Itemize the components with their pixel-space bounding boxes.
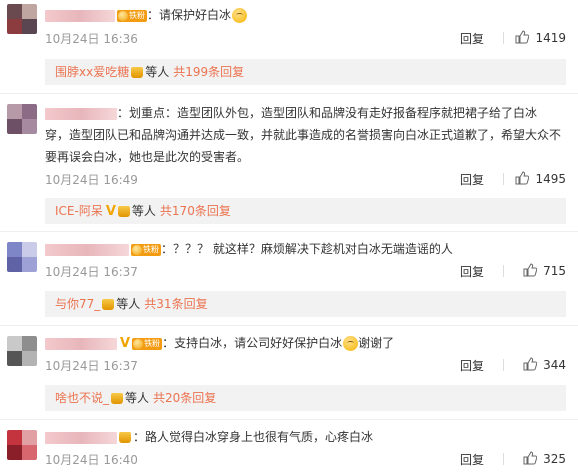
sub-reply-count[interactable]: 共199条回复 bbox=[173, 65, 244, 79]
divider bbox=[0, 231, 578, 232]
divider bbox=[0, 93, 578, 94]
sub-replies-summary[interactable]: 与你77_ 等人 共31条回复 bbox=[45, 291, 566, 317]
crown-icon bbox=[117, 206, 130, 217]
comment-text: 请保护好白冰 bbox=[159, 8, 232, 22]
comment-meta: 10月24日 16:37 回复 715 bbox=[45, 263, 566, 279]
like-button[interactable]: 1495 bbox=[515, 171, 566, 186]
reply-button[interactable]: 回复 bbox=[460, 171, 484, 188]
comment-text: ？？？ 就这样？麻烦解决下趁机对白冰无端造谣的人 bbox=[173, 242, 453, 256]
sub-reply-etc: 等人 bbox=[145, 65, 170, 79]
sub-replies-summary[interactable]: 围脖xx爱吃糖 等人 共199条回复 bbox=[45, 59, 566, 85]
sub-reply-user[interactable]: 啥也不说_ bbox=[55, 391, 109, 405]
comment-meta: 10月24日 16:40 回复 325 bbox=[45, 451, 566, 467]
like-button[interactable]: 715 bbox=[523, 263, 566, 278]
comment-text: 要再误会白冰，她也是此次的受害者。 bbox=[45, 150, 250, 164]
avatar[interactable] bbox=[7, 242, 37, 272]
avatar[interactable] bbox=[7, 430, 37, 460]
fan-badge: 铁粉 bbox=[117, 9, 147, 22]
divider bbox=[503, 453, 504, 465]
comment-list: 铁粉 ：请保护好白冰 10月24日 16:36 回复 1419 围脖xx爱吃糖 等人… bbox=[0, 0, 578, 475]
sub-reply-etc: 等人 bbox=[131, 204, 156, 218]
like-button[interactable]: 1419 bbox=[515, 30, 566, 45]
sub-reply-etc: 等人 bbox=[125, 391, 150, 405]
like-count: 1419 bbox=[535, 31, 566, 45]
thumbs-up-icon bbox=[523, 357, 538, 371]
comment-text-line: 铁粉 ：请保护好白冰 bbox=[45, 4, 566, 26]
like-count: 325 bbox=[543, 452, 566, 466]
reply-button[interactable]: 回复 bbox=[460, 451, 484, 468]
like-count: 715 bbox=[543, 264, 566, 278]
cry-face-emoji-icon bbox=[232, 8, 248, 23]
comment-meta: 10月24日 16:36 回复 1419 bbox=[45, 30, 566, 46]
like-button[interactable]: 344 bbox=[523, 357, 566, 372]
username[interactable] bbox=[45, 431, 117, 444]
reply-button[interactable]: 回复 bbox=[460, 357, 484, 374]
sub-reply-etc: 等人 bbox=[116, 297, 141, 311]
username[interactable] bbox=[45, 243, 129, 256]
fan-badge: 铁粉 bbox=[132, 337, 163, 350]
crown-icon bbox=[102, 299, 115, 310]
username[interactable] bbox=[45, 9, 115, 22]
thumbs-up-icon bbox=[523, 451, 538, 465]
crown-icon bbox=[119, 432, 131, 443]
sub-replies-summary[interactable]: ICE-阿呆 V 等人 共170条回复 bbox=[45, 198, 566, 224]
v-verified-icon: V bbox=[120, 335, 131, 351]
sub-reply-count[interactable]: 共170条回复 bbox=[160, 204, 231, 218]
comment-text-line: V 铁粉 ：支持白冰，请公司好好保护白冰 谢谢了 bbox=[45, 332, 566, 355]
comment-date: 10月24日 16:37 bbox=[45, 265, 138, 279]
username[interactable] bbox=[45, 337, 117, 350]
v-verified-icon: V bbox=[105, 203, 116, 219]
comment-text: 支持白冰，请公司好好保护白冰 bbox=[174, 336, 343, 350]
comment-date: 10月24日 16:36 bbox=[45, 32, 138, 46]
comment-date: 10月24日 16:49 bbox=[45, 173, 138, 187]
sub-reply-count[interactable]: 共20条回复 bbox=[153, 391, 216, 405]
thumbs-up-icon bbox=[515, 171, 530, 185]
reply-button[interactable]: 回复 bbox=[460, 263, 484, 280]
like-count: 344 bbox=[543, 358, 566, 372]
like-count: 1495 bbox=[535, 172, 566, 186]
comment-text: 路人觉得白冰穿身上也很有气质，心疼白冰 bbox=[145, 430, 374, 444]
comment-text-after: 谢谢了 bbox=[358, 336, 395, 350]
divider bbox=[0, 419, 578, 420]
sub-replies-summary[interactable]: 啥也不说_ 等人 共20条回复 bbox=[45, 385, 566, 411]
comment-text-line: 铁粉：？？？ 就这样？麻烦解决下趁机对白冰无端造谣的人 bbox=[45, 238, 566, 260]
sub-reply-user[interactable]: 与你77_ bbox=[55, 297, 100, 311]
sub-reply-user[interactable]: ICE-阿呆 bbox=[55, 204, 103, 218]
comment-meta: 10月24日 16:49 回复 1495 bbox=[45, 171, 566, 187]
comment-text-line: 穿，造型团队已和品牌沟通并达成一致，并就此事造成的名誉损害向白冰正式道歉了，希望… bbox=[45, 124, 566, 146]
like-button[interactable]: 325 bbox=[523, 451, 566, 466]
thumbs-up-icon bbox=[523, 263, 538, 277]
thumbs-up-icon bbox=[515, 30, 530, 44]
comment-date: 10月24日 16:37 bbox=[45, 359, 138, 373]
crown-icon bbox=[131, 67, 144, 78]
comment-text-line: ：路人觉得白冰穿身上也很有气质，心疼白冰 bbox=[45, 426, 566, 448]
fan-badge: 铁粉 bbox=[131, 243, 161, 256]
avatar[interactable] bbox=[7, 104, 37, 134]
crown-icon bbox=[111, 393, 124, 404]
comment-text-line: ：划重点：造型团队外包，造型团队和品牌没有走好报备程序就把裙子给了白冰 bbox=[45, 102, 566, 124]
comment-date: 10月24日 16:40 bbox=[45, 453, 138, 467]
avatar[interactable] bbox=[7, 4, 37, 34]
comment-text: 穿，造型团队已和品牌沟通并达成一致，并就此事造成的名誉损害向白冰正式道歉了，希望… bbox=[45, 128, 562, 142]
divider bbox=[0, 325, 578, 326]
comment-text-line: 要再误会白冰，她也是此次的受害者。 bbox=[45, 146, 566, 168]
sub-reply-user[interactable]: 围脖xx爱吃糖 bbox=[55, 65, 129, 79]
divider bbox=[503, 173, 504, 185]
avatar[interactable] bbox=[7, 336, 37, 366]
divider bbox=[503, 32, 504, 44]
reply-button[interactable]: 回复 bbox=[460, 30, 484, 47]
username[interactable] bbox=[45, 107, 117, 120]
comment-text: 划重点：造型团队外包，造型团队和品牌没有走好报备程序就把裙子给了白冰 bbox=[129, 106, 538, 120]
divider bbox=[503, 359, 504, 371]
cry-face-emoji-icon bbox=[343, 336, 359, 351]
divider bbox=[503, 265, 504, 277]
sub-reply-count[interactable]: 共31条回复 bbox=[144, 297, 207, 311]
comment-meta: 10月24日 16:37 回复 344 bbox=[45, 357, 566, 373]
